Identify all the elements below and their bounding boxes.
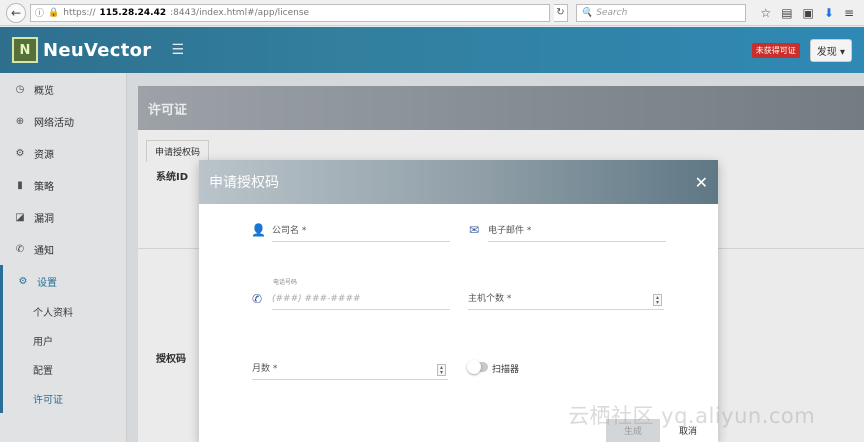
url-host: 115.28.24.42 [99, 7, 167, 18]
neuvector-logo-icon: N [12, 37, 38, 63]
watermark: 云栖社区 yq.aliyun.com [568, 404, 816, 428]
phone-icon: ✆ [252, 292, 263, 306]
search-icon: 🔍 [581, 7, 593, 18]
phone-placeholder: (###) ###-#### [272, 294, 361, 304]
modal-title: 申请授权码 [209, 175, 279, 191]
search-placeholder: Search [596, 7, 628, 18]
user-icon: 👤 [251, 223, 266, 237]
browser-toolbar: ← ⓘ 🔒 https://115.28.24.42:8443/index.ht… [0, 0, 864, 26]
info-icon: ⓘ [35, 9, 45, 19]
company-name-label: 公司名 * [272, 226, 307, 236]
company-name-field[interactable]: 公司名 * [272, 220, 450, 242]
menu-icon[interactable]: ≡ [844, 6, 854, 20]
hamburger-menu-icon[interactable]: ☰ [171, 42, 184, 58]
reading-list-icon[interactable]: ▤ [781, 6, 792, 20]
close-icon[interactable]: ✕ [695, 173, 708, 192]
scanner-label: 扫描器 [492, 365, 520, 375]
address-bar[interactable]: ⓘ 🔒 https://115.28.24.42:8443/index.html… [30, 3, 550, 22]
email-field[interactable]: 电子邮件 * [488, 220, 666, 242]
email-label: 电子邮件 * [488, 226, 532, 236]
unlicensed-badge: 未获得可证 [751, 42, 800, 58]
envelope-icon: ✉ [469, 223, 480, 237]
app-header: N NeuVector ☰ 未获得可证 发现 ▾ [0, 27, 864, 73]
pocket-icon[interactable]: ▣ [803, 6, 814, 20]
phone-float-label: 电话号码 [273, 279, 298, 286]
lock-icon: 🔒 [48, 7, 60, 18]
browser-toolbar-icons: ☆ ▤ ▣ ⬇ ≡ [760, 6, 858, 20]
browser-search-input[interactable]: 🔍 Search [576, 3, 746, 22]
host-count-stepper[interactable]: ▴ ▾ [653, 294, 662, 306]
modal-header: 申请授权码 ✕ [199, 160, 718, 204]
back-button[interactable]: ← [6, 2, 26, 23]
bookmark-star-icon[interactable]: ☆ [760, 6, 771, 20]
scanner-toggle[interactable] [467, 360, 488, 374]
phone-field[interactable]: (###) ###-#### [272, 288, 450, 310]
months-stepper[interactable]: ▴ ▾ [437, 364, 446, 376]
host-count-field[interactable]: 主机个数 * ▴ ▾ [468, 288, 664, 310]
toggle-knob [467, 360, 481, 374]
reload-button[interactable]: ↻ [554, 3, 568, 22]
url-scheme: https:// [63, 7, 96, 18]
download-icon[interactable]: ⬇ [824, 6, 834, 20]
host-count-label: 主机个数 * [468, 294, 512, 304]
discover-mode-button[interactable]: 发现 ▾ [809, 38, 852, 62]
months-field[interactable]: 月数 * ▴ ▾ [252, 358, 448, 380]
url-path: :8443/index.html#/app/license [170, 7, 310, 18]
brand-name: NeuVector [43, 39, 152, 61]
months-label: 月数 * [252, 364, 278, 374]
